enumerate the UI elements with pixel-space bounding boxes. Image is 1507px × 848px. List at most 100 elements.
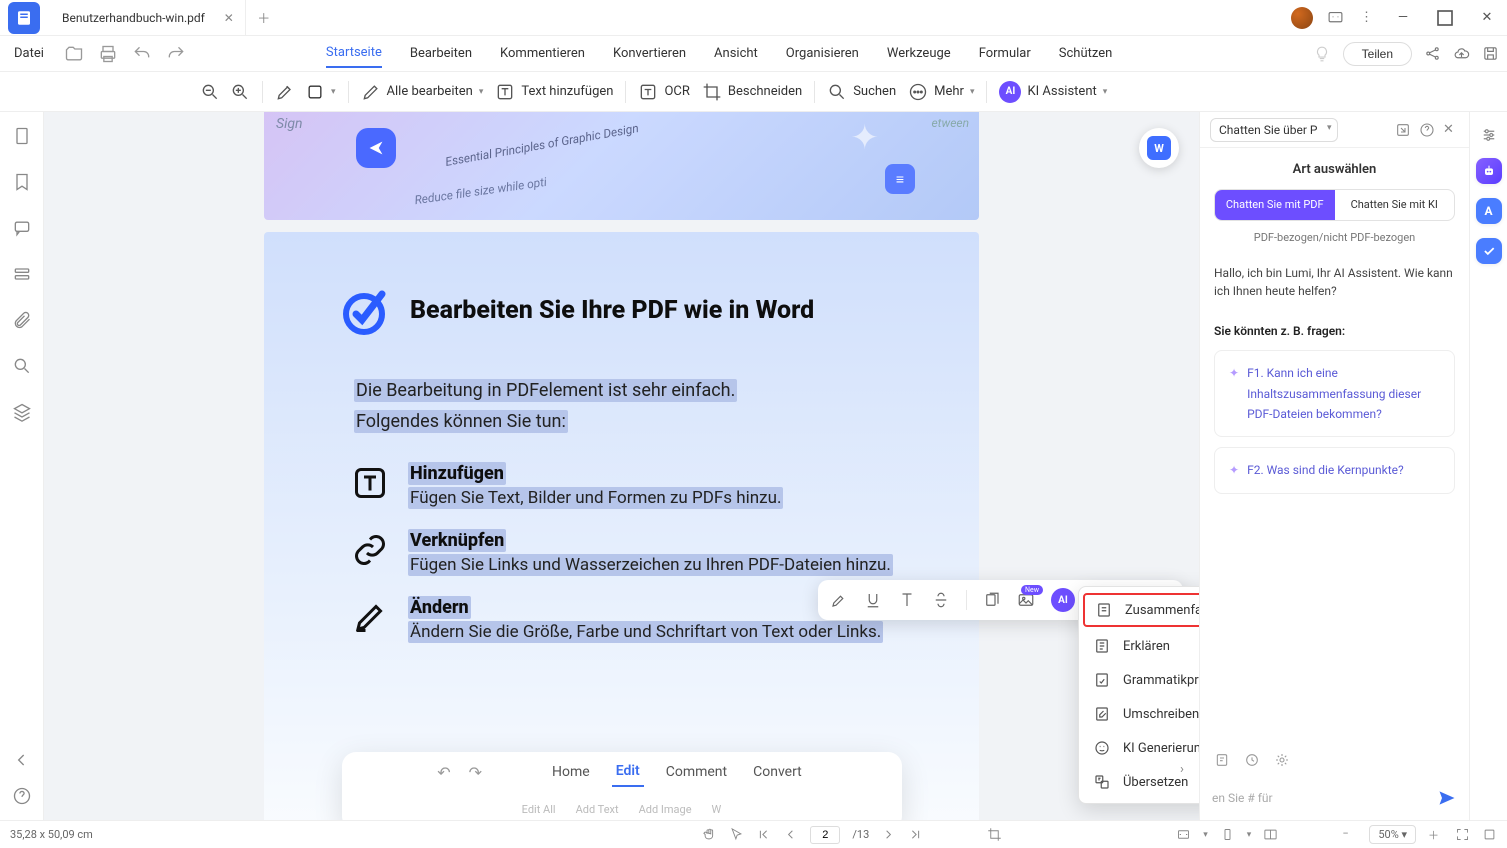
edit-all-button[interactable]: Alle bearbeiten ▾: [361, 82, 484, 102]
nav-organisieren[interactable]: Organisieren: [786, 40, 859, 67]
thumbnails-icon[interactable]: [12, 126, 32, 146]
ai-menu-explain-label: Erklären: [1123, 639, 1170, 654]
maximize-window-button[interactable]: [1431, 4, 1459, 32]
close-panel-icon[interactable]: ✕: [1443, 122, 1459, 138]
close-window-button[interactable]: ✕: [1473, 4, 1501, 32]
ai-robot-button[interactable]: [1476, 158, 1502, 184]
add-text-button[interactable]: Text hinzufügen: [495, 82, 613, 102]
send-icon[interactable]: [1437, 788, 1457, 808]
ai-translate-button[interactable]: A: [1476, 198, 1502, 224]
close-tab-icon[interactable]: ✕: [221, 10, 237, 26]
pen-icon: [361, 82, 381, 102]
expand-panel-icon[interactable]: [1395, 122, 1411, 138]
hand-tool-icon[interactable]: [702, 827, 717, 842]
pdf-page-2[interactable]: Bearbeiten Sie Ihre PDF wie in Word Die …: [264, 232, 979, 820]
properties-icon[interactable]: [1480, 126, 1498, 144]
lightbulb-icon[interactable]: [1313, 45, 1331, 63]
nav-formular[interactable]: Formular: [979, 40, 1031, 67]
nav-ansicht[interactable]: Ansicht: [714, 40, 758, 67]
page-number-input[interactable]: [810, 826, 840, 844]
user-avatar[interactable]: [1291, 7, 1313, 29]
ai-attach-icon[interactable]: [1214, 752, 1230, 768]
search-button[interactable]: Suchen: [827, 82, 896, 102]
save-icon[interactable]: [1482, 45, 1499, 62]
ai-input-field[interactable]: en Sie # für: [1212, 791, 1429, 805]
prev-page-icon[interactable]: [783, 827, 798, 842]
zoom-out-icon[interactable]: [200, 82, 220, 102]
ai-check-button[interactable]: [1476, 238, 1502, 264]
ai-menu-grammar[interactable]: Grammatikprüfung: [1079, 663, 1199, 697]
single-page-icon[interactable]: [1220, 827, 1235, 842]
zoom-in-icon[interactable]: [230, 82, 250, 102]
last-page-icon[interactable]: [908, 827, 923, 842]
redo-icon[interactable]: [166, 44, 186, 64]
mode-chat-pdf[interactable]: Chatten Sie mit PDF: [1215, 190, 1335, 220]
copy-text-icon[interactable]: [983, 591, 1001, 609]
ai-menu-rewrite[interactable]: Umschreiben: [1079, 697, 1199, 731]
zoom-level-dropdown[interactable]: 50% ▾: [1369, 825, 1416, 844]
first-page-icon[interactable]: [756, 827, 771, 842]
print-icon[interactable]: [98, 44, 118, 64]
ai-assistant-button[interactable]: AI KI Assistent ▾: [999, 81, 1107, 103]
help-icon[interactable]: [12, 786, 32, 806]
underline-tool-icon[interactable]: [864, 591, 882, 609]
share-button[interactable]: Teilen: [1343, 42, 1412, 66]
message-icon[interactable]: [1327, 9, 1344, 26]
ocr-button[interactable]: OCR: [638, 82, 689, 102]
crop-button[interactable]: Beschneiden: [702, 82, 802, 102]
document-tab[interactable]: Benutzerhandbuch-win.pdf ✕: [48, 0, 246, 36]
convert-to-word-button[interactable]: W: [1139, 128, 1179, 168]
image-tool-icon[interactable]: New: [1017, 591, 1035, 609]
next-page-icon[interactable]: [881, 827, 896, 842]
ai-history-icon[interactable]: [1244, 752, 1260, 768]
ai-panel-dropdown[interactable]: Chatten Sie über P: [1210, 118, 1338, 142]
fit-width-icon[interactable]: [1176, 827, 1191, 842]
panel-help-icon[interactable]: [1419, 122, 1435, 138]
read-mode-icon[interactable]: [1263, 827, 1278, 842]
suggestion-1[interactable]: ✦ F1. Kann ich eine Inhaltszusammenfassu…: [1214, 350, 1455, 437]
nav-werkzeuge[interactable]: Werkzeuge: [887, 40, 951, 67]
comments-icon[interactable]: [12, 218, 32, 238]
nav-schuetzen[interactable]: Schützen: [1059, 40, 1113, 67]
more-button[interactable]: Mehr ▾: [908, 82, 974, 102]
undo-icon[interactable]: [132, 44, 152, 64]
canvas-expand-icon[interactable]: ›: [1171, 758, 1193, 780]
bookmarks-icon[interactable]: [12, 172, 32, 192]
nav-bearbeiten[interactable]: Bearbeiten: [410, 40, 472, 67]
crop-label: Beschneiden: [728, 84, 802, 99]
select-tool-icon[interactable]: [729, 827, 744, 842]
cloud-upload-icon[interactable]: [1453, 45, 1470, 62]
highlight-tool-icon[interactable]: [830, 591, 848, 609]
shape-dropdown[interactable]: ▾: [305, 82, 336, 102]
word-icon: W: [1147, 136, 1171, 160]
nav-konvertieren[interactable]: Konvertieren: [613, 40, 686, 67]
layers-icon[interactable]: [12, 402, 32, 422]
strikethrough-icon[interactable]: [932, 591, 950, 609]
ai-context-button[interactable]: AI: [1051, 588, 1075, 612]
ai-settings-icon[interactable]: [1274, 752, 1290, 768]
text-style-icon[interactable]: [898, 591, 916, 609]
new-tab-button[interactable]: ＋: [246, 0, 282, 36]
mode-chat-ai[interactable]: Chatten Sie mit KI: [1335, 190, 1455, 220]
minimize-window-button[interactable]: —: [1389, 4, 1417, 32]
zoom-in-status-icon[interactable]: ＋: [1428, 827, 1443, 842]
doc-between-label: etween: [932, 116, 970, 130]
attachments-icon[interactable]: [12, 310, 32, 330]
ai-menu-summarize[interactable]: Zusammenfassen: [1083, 593, 1199, 627]
suggestion-2[interactable]: ✦ F2. Was sind die Kernpunkte?: [1214, 447, 1455, 493]
fit-page-icon[interactable]: [1482, 827, 1497, 842]
nav-kommentieren[interactable]: Kommentieren: [500, 40, 585, 67]
ai-menu-explain[interactable]: Erklären: [1079, 629, 1199, 663]
crop-view-icon[interactable]: [987, 827, 1002, 842]
fields-icon[interactable]: [12, 264, 32, 284]
file-menu[interactable]: Datei: [8, 46, 50, 61]
kebab-menu-icon[interactable]: ⋮: [1358, 9, 1375, 26]
zoom-out-status-icon[interactable]: −: [1342, 827, 1357, 842]
highlighter-icon[interactable]: [275, 82, 295, 102]
open-icon[interactable]: [64, 44, 84, 64]
nav-startseite[interactable]: Startseite: [326, 39, 382, 68]
search-panel-icon[interactable]: [12, 356, 32, 376]
fullscreen-icon[interactable]: [1455, 827, 1470, 842]
share-graph-icon[interactable]: [1424, 45, 1441, 62]
collapse-sidebar-icon[interactable]: [12, 750, 32, 770]
